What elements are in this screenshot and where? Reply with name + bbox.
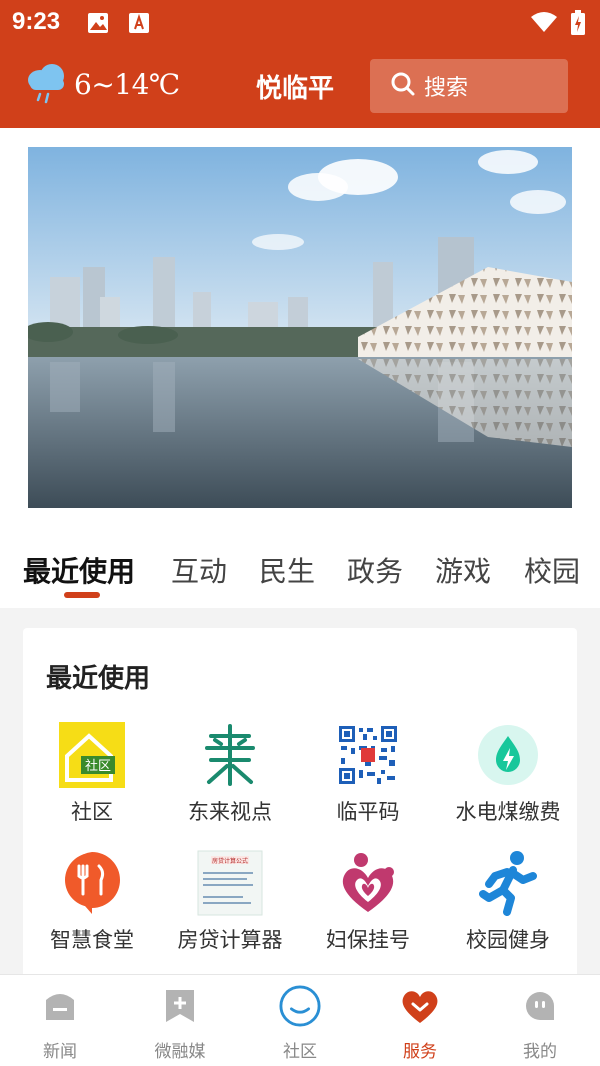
nav-community[interactable]: 社区 [240,985,360,1062]
tab-games[interactable]: 游戏 [435,550,491,590]
service-label: 临平码 [336,800,400,824]
weather-widget[interactable]: 6~14℃ [22,60,180,108]
app-title: 悦临平 [256,74,335,104]
nav-services[interactable]: 服务 [360,985,480,1062]
news-icon [39,985,81,1027]
micro-media-icon [159,985,201,1027]
service-canteen[interactable]: 智慧食堂 [23,850,161,954]
weather-temperature: 6~14℃ [74,67,180,101]
bottom-navigation: 新闻 微融媒 社区 服务 我的 [0,974,600,1066]
battery-icon [570,10,586,40]
gallery-icon [87,12,109,34]
community-icon: 社区 [59,722,125,788]
donglai-viewpoint-icon [197,722,263,788]
mortgage-calculator-icon: 房贷计算公式 [197,850,263,916]
service-label: 水电煤缴费 [455,800,561,824]
tab-recent[interactable]: 最近使用 [23,550,135,590]
nav-label: 社区 [283,1042,317,1062]
category-tabs: 最近使用 互动 民生 政务 游戏 校园 [0,536,600,608]
community-smile-icon [279,985,321,1027]
service-label: 房贷计算器 [177,928,283,952]
service-utility-payment[interactable]: 水电煤缴费 [439,722,577,826]
tab-active-indicator [64,592,100,598]
profile-icon [519,985,561,1027]
section-title: 最近使用 [46,664,151,694]
search-label: 搜索 [424,76,469,101]
nav-label: 微融媒 [154,1042,206,1062]
service-community[interactable]: 社区 社区 [23,722,161,826]
service-maternal-registration[interactable]: 妇保挂号 [299,850,437,954]
heart-icon [399,985,441,1027]
recent-services-card: 最近使用 社区 社区 东来视点 临平码 水电煤缴费 智慧食堂 房贷计算公式 房贷… [23,628,577,988]
nav-micro-media[interactable]: 微融媒 [120,985,240,1062]
tab-livelihood[interactable]: 民生 [259,550,315,590]
utility-payment-icon [475,722,541,788]
mortgage-icon-text: 房贷计算公式 [212,857,248,865]
wifi-icon [530,10,558,38]
service-label: 社区 [71,800,113,824]
banner-image[interactable] [28,147,572,508]
nav-label: 我的 [523,1042,557,1062]
service-mortgage-calculator[interactable]: 房贷计算公式 房贷计算器 [161,850,299,954]
app-header: 6~14℃ 悦临平 搜索 [0,46,600,128]
nav-label: 服务 [403,1042,437,1062]
service-donglai-viewpoint[interactable]: 东来视点 [161,722,299,826]
service-label: 校园健身 [466,928,550,952]
status-bar: 9:23 [0,0,600,46]
tab-government[interactable]: 政务 [347,550,403,590]
cloud-rain-icon [22,60,70,108]
status-time: 9:23 [12,8,61,35]
qr-code-icon [335,722,401,788]
tab-interaction[interactable]: 互动 [171,550,227,590]
maternal-registration-icon [335,850,401,916]
service-label: 智慧食堂 [50,928,134,952]
service-label: 妇保挂号 [326,928,410,952]
campus-fitness-icon [475,850,541,916]
search-box[interactable]: 搜索 [370,59,568,113]
font-icon [128,12,150,34]
canteen-icon [59,850,125,916]
community-icon-text: 社区 [85,758,111,774]
tab-campus[interactable]: 校园 [524,550,580,590]
service-campus-fitness[interactable]: 校园健身 [439,850,577,954]
nav-news[interactable]: 新闻 [0,985,120,1062]
search-icon [390,71,416,101]
service-qr-code[interactable]: 临平码 [299,722,437,826]
service-label: 东来视点 [188,800,272,824]
nav-profile[interactable]: 我的 [480,985,600,1062]
nav-label: 新闻 [43,1042,77,1062]
